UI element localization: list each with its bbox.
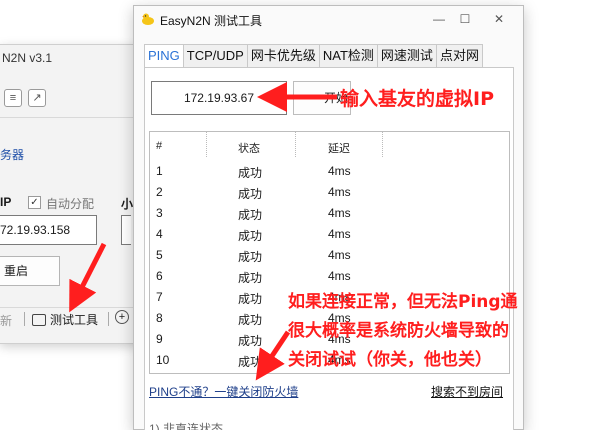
column-divider	[206, 132, 207, 157]
maximize-button[interactable]: ☐	[452, 9, 478, 29]
tab-p2p[interactable]: 点对网	[436, 44, 483, 68]
row-status: 成功	[238, 166, 263, 180]
row-number: 5	[156, 248, 163, 262]
table-row: 6 成功 4ms	[150, 269, 509, 290]
row-latency: 4ms	[328, 206, 351, 220]
row-number: 3	[156, 206, 163, 220]
column-header-status: 状态	[238, 143, 260, 155]
test-tool-button[interactable]: 测试工具	[32, 311, 98, 328]
background-toolbar: ≡ ↗	[4, 89, 46, 107]
small-label: 小	[121, 197, 134, 211]
row-status: 成功	[238, 313, 263, 327]
edit-icon[interactable]: ↗	[28, 89, 46, 107]
row-latency: 4ms	[328, 269, 351, 283]
divider	[24, 312, 25, 326]
document-icon[interactable]: ≡	[4, 89, 22, 107]
row-status: 成功	[238, 229, 263, 243]
tab-nic-priority[interactable]: 网卡优先级	[247, 44, 320, 68]
row-latency: 4ms	[328, 248, 351, 262]
column-header-number: #	[156, 140, 163, 152]
toolbox-icon	[32, 313, 46, 326]
row-number: 7	[156, 290, 163, 304]
table-row: 1 成功 4ms	[150, 164, 509, 185]
minimize-button[interactable]: —	[426, 9, 452, 29]
ip-label: IP	[0, 195, 12, 209]
row-status: 成功	[238, 271, 263, 285]
tab-nat-detect[interactable]: NAT检测	[319, 44, 378, 68]
table-row: 2 成功 4ms	[150, 185, 509, 206]
column-header-latency: 延迟	[328, 143, 350, 155]
ping-panel: 172.19.93.67 开始 # 状态 延迟 1 成功 4ms 2 成功 4ms 3 成功 4…	[144, 67, 514, 430]
plus-circle-icon[interactable]: +	[115, 310, 129, 324]
room-not-found-link[interactable]: 搜索不到房间	[431, 383, 503, 400]
refresh-label: 新	[0, 314, 13, 328]
disable-firewall-link[interactable]: PING不通？一键关闭防火墙	[149, 383, 298, 400]
row-status: 成功	[238, 292, 263, 306]
secondary-field[interactable]	[121, 215, 131, 245]
row-status: 成功	[238, 334, 263, 348]
close-button[interactable]: ✕	[486, 9, 512, 29]
auto-assign-checkbox[interactable]: ✓	[28, 196, 41, 209]
row-status: 成功	[238, 250, 263, 264]
divider	[108, 312, 109, 326]
section-label: 1) 非直连状态	[149, 422, 224, 430]
restart-button[interactable]: 重启	[0, 256, 60, 286]
window-title: EasyN2N 测试工具	[160, 14, 263, 28]
column-divider	[295, 132, 296, 157]
test-tool-label: 测试工具	[50, 313, 99, 327]
annotation-enter-ip: 输入基友的虚拟IP	[340, 88, 494, 110]
annotation-firewall-hint: 如果连接正常，但无法Ping通 很大概率是系统防火墙导致的 关闭试试（你关，他也…	[288, 288, 518, 375]
background-window-title: N2N v3.1	[2, 51, 53, 65]
table-row: 5 成功 4ms	[150, 248, 509, 269]
table-row: 3 成功 4ms	[150, 206, 509, 227]
row-number: 9	[156, 332, 163, 346]
row-latency: 4ms	[328, 164, 351, 178]
row-number: 6	[156, 269, 163, 283]
row-number: 2	[156, 185, 163, 199]
table-row: 4 成功 4ms	[150, 227, 509, 248]
row-latency: 4ms	[328, 185, 351, 199]
tab-bar: PING TCP/UDP 网卡优先级 NAT检测 网速测试 点对网	[144, 44, 483, 69]
row-latency: 4ms	[328, 227, 351, 241]
row-number: 4	[156, 227, 163, 241]
annotation-line: 很大概率是系统防火墙导致的	[288, 321, 509, 341]
row-number: 10	[156, 353, 170, 367]
auto-assign-label: 自动分配	[46, 197, 95, 211]
row-status: 成功	[238, 187, 263, 201]
duck-app-icon	[142, 13, 154, 25]
tab-ping[interactable]: PING	[144, 44, 184, 69]
target-ip-input[interactable]: 172.19.93.67	[151, 81, 287, 115]
refresh-link[interactable]: 新	[0, 312, 12, 329]
annotation-line: 如果连接正常，但无法Ping通	[288, 292, 518, 312]
tab-speed-test[interactable]: 网速测试	[377, 44, 437, 68]
column-divider	[382, 132, 383, 157]
server-link[interactable]: 务器	[0, 146, 24, 163]
title-bar: EasyN2N 测试工具 — ☐ ✕	[134, 6, 523, 34]
row-number: 1	[156, 164, 163, 178]
row-status: 成功	[238, 208, 263, 222]
row-status: 成功	[238, 355, 263, 369]
virtual-ip-field[interactable]: 72.19.93.158	[0, 215, 97, 245]
row-number: 8	[156, 311, 163, 325]
annotation-line: 关闭试试（你关，他也关）	[288, 350, 492, 370]
tab-tcp-udp[interactable]: TCP/UDP	[183, 44, 248, 68]
